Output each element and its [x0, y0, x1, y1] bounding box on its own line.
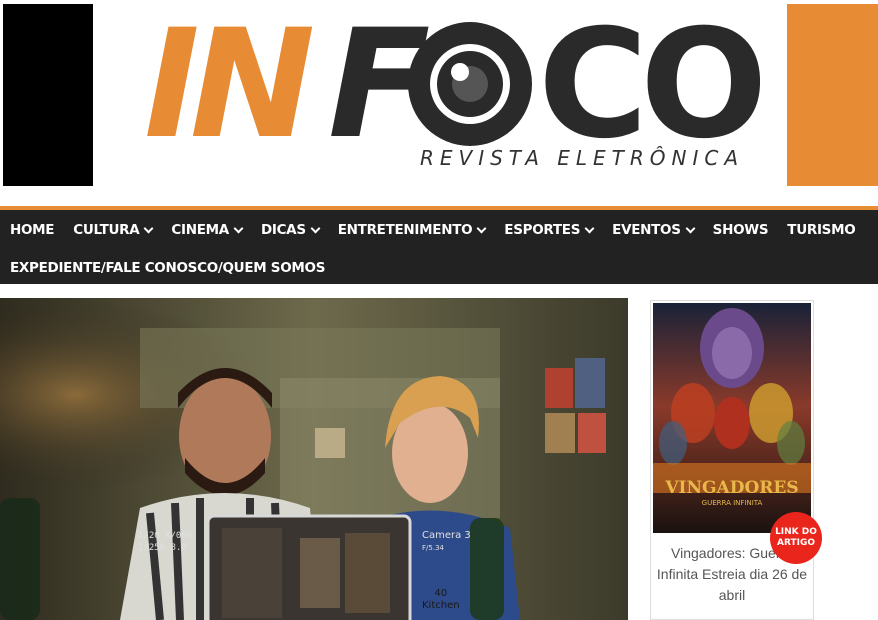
- nav-label: SHOWS: [712, 222, 769, 238]
- nav-label: CULTURA: [73, 222, 140, 238]
- nav-label: EVENTOS: [612, 222, 681, 238]
- nav-row-2: EXPEDIENTE/FALE CONOSCO/QUEM SOMOS: [0, 260, 334, 276]
- chevron-down-icon: [685, 223, 696, 233]
- nav-row-1: HOME CULTURA CINEMA DICAS ENTRETENIMENTO…: [0, 222, 864, 238]
- camera-lens-icon: [408, 22, 532, 146]
- cam-overlay-center: 40 Kitchen: [422, 588, 460, 612]
- poster-title: VINGADORES: [664, 478, 798, 498]
- logo-in: IN: [144, 12, 313, 172]
- featured-scene: [0, 298, 628, 620]
- nav-item-eventos[interactable]: EVENTOS: [602, 222, 703, 238]
- chevron-down-icon: [476, 223, 487, 233]
- nav-label: CINEMA: [171, 222, 229, 238]
- nav-label: HOME: [10, 222, 55, 238]
- nav-item-esportes[interactable]: ESPORTES: [494, 222, 602, 238]
- nav-label: ESPORTES: [504, 222, 581, 238]
- chevron-down-icon: [584, 223, 595, 233]
- sidebar-article-card[interactable]: VINGADORES GUERRA INFINITA Vingadores: G…: [650, 300, 814, 620]
- logo-tagline: REVISTA ELETRÔNICA: [420, 146, 745, 170]
- nav-item-home[interactable]: HOME: [0, 222, 63, 238]
- featured-image[interactable]: 1/20 K/060 1/250 8.0 Camera 3 F/5.34 40 …: [0, 298, 628, 620]
- site-header: IN F CO REVISTA ELETRÔNICA: [0, 0, 878, 196]
- link-to-article-button[interactable]: LINK DO ARTIGO: [770, 512, 822, 564]
- chevron-down-icon: [233, 223, 244, 233]
- overlay-text: Camera 3: [422, 530, 471, 541]
- nav-label: ENTRETENIMENTO: [337, 222, 473, 238]
- overlay-text: Kitchen: [422, 600, 460, 611]
- chevron-down-icon: [143, 223, 154, 233]
- cam-overlay-right: Camera 3 F/5.34: [422, 530, 471, 554]
- badge-label: ARTIGO: [776, 538, 816, 548]
- chevron-down-icon: [310, 223, 321, 233]
- overlay-text: 40: [434, 588, 448, 599]
- nav-label: DICAS: [260, 222, 306, 238]
- badge-label: LINK DO: [775, 527, 817, 537]
- nav-item-dicas[interactable]: DICAS: [251, 222, 328, 238]
- nav-item-cinema[interactable]: CINEMA: [161, 222, 251, 238]
- nav-item-entretenimento[interactable]: ENTRETENIMENTO: [328, 222, 495, 238]
- nav-label: TURISMO: [787, 222, 856, 238]
- cam-overlay-left: 1/20 K/060 1/250 8.0: [138, 530, 192, 554]
- banner-orange-block: [787, 4, 878, 186]
- overlay-text: F/5.34: [422, 544, 444, 552]
- overlay-text: 1/20 K/060: [138, 531, 193, 541]
- nav-item-expediente[interactable]: EXPEDIENTE/FALE CONOSCO/QUEM SOMOS: [0, 260, 334, 276]
- main-nav: HOME CULTURA CINEMA DICAS ENTRETENIMENTO…: [0, 206, 878, 284]
- nav-item-shows[interactable]: SHOWS: [703, 222, 778, 238]
- overlay-text: 1/250 8.0: [138, 543, 187, 553]
- poster-subtitle: GUERRA INFINITA: [702, 499, 763, 507]
- poster-art: VINGADORES GUERRA INFINITA: [653, 303, 811, 533]
- banner-black-block: [3, 4, 93, 186]
- nav-item-turismo[interactable]: TURISMO: [777, 222, 864, 238]
- nav-label: EXPEDIENTE/FALE CONOSCO/QUEM SOMOS: [10, 260, 326, 276]
- movie-poster[interactable]: VINGADORES GUERRA INFINITA: [653, 303, 811, 533]
- nav-item-cultura[interactable]: CULTURA: [63, 222, 161, 238]
